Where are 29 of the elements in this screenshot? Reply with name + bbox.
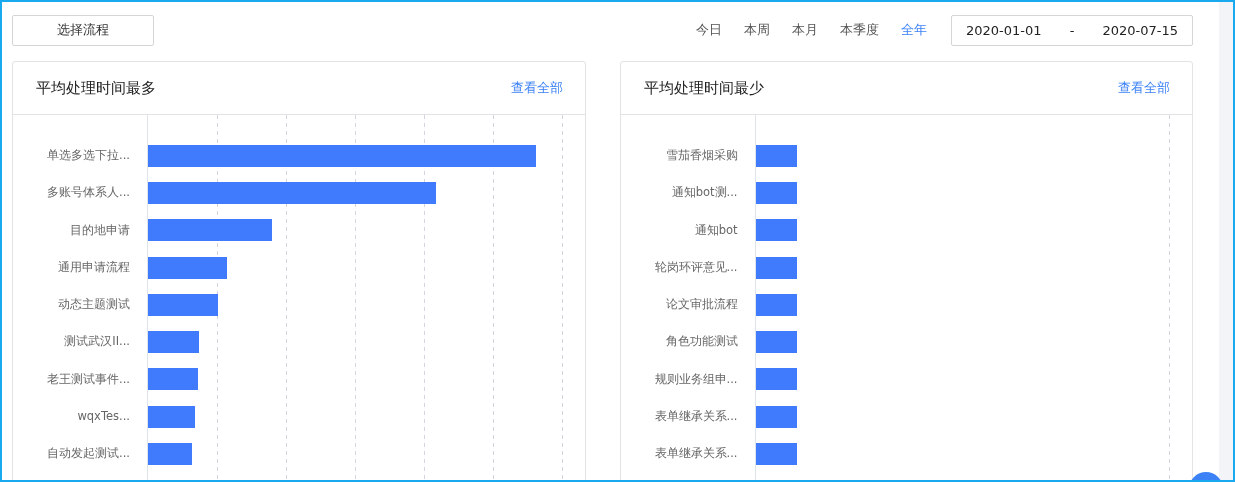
period-tab[interactable]: 本月 bbox=[792, 21, 818, 39]
category-label: 通知bot测... bbox=[671, 184, 738, 202]
category-label: 多账号体系人... bbox=[47, 184, 130, 202]
period-tab[interactable]: 全年 bbox=[901, 21, 927, 39]
category-label: 测试武汉II... bbox=[64, 333, 130, 351]
category-label: 表单继承关系... bbox=[654, 408, 738, 426]
period-tab[interactable]: 今日 bbox=[696, 21, 722, 39]
category-label: 动态主题测试 bbox=[58, 296, 130, 314]
category-label: 老王测试事件... bbox=[47, 370, 130, 388]
category-label: wqxTes... bbox=[77, 408, 130, 426]
category-label: 角色功能测试 bbox=[665, 333, 738, 351]
period-tab[interactable]: 本季度 bbox=[840, 21, 879, 39]
category-label: 表单继承关系... bbox=[654, 445, 738, 463]
card-title: 平均处理时间最多 bbox=[36, 78, 156, 98]
card-title: 平均处理时间最少 bbox=[643, 78, 764, 98]
category-label: 雪茄香烟采购 bbox=[665, 147, 738, 164]
category-label: 论文审批流程 bbox=[665, 296, 738, 314]
period-tab[interactable]: 本周 bbox=[744, 21, 770, 39]
date-range-field[interactable]: 2020-01-01 - 2020-07-15 bbox=[951, 14, 1193, 46]
view-all-link[interactable]: 查看全部 bbox=[510, 79, 563, 97]
category-label: 目的地申请 bbox=[70, 221, 130, 239]
view-all-link[interactable]: 查看全部 bbox=[1118, 79, 1170, 97]
category-label: 自动发起测试... bbox=[47, 445, 130, 463]
category-label: 规则业务组申... bbox=[654, 370, 738, 388]
category-label: 通用申请流程 bbox=[58, 258, 130, 276]
category-label: 单选多选下拉... bbox=[47, 147, 130, 164]
category-label: 通知bot bbox=[694, 221, 738, 239]
select-process-button[interactable]: 选择流程 bbox=[12, 14, 154, 46]
category-label: 轮岗环评意见... bbox=[654, 258, 738, 276]
